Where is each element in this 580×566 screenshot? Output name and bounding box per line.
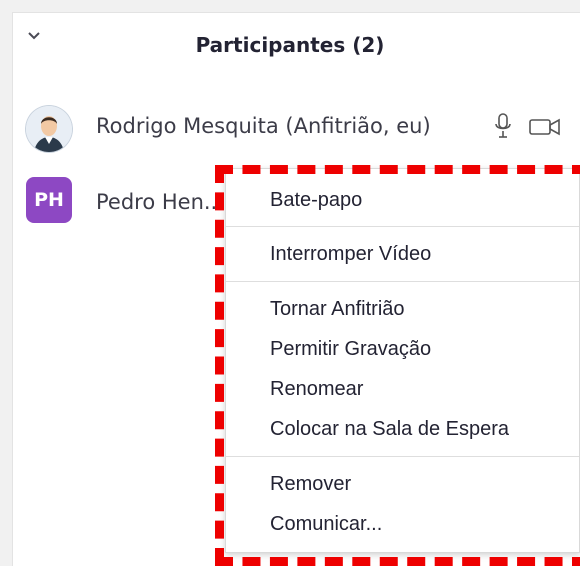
menu-item-label: Tornar Anfitrião xyxy=(270,298,405,320)
participant-row[interactable]: Rodrigo Mesquita (Anfitrião, eu) xyxy=(0,98,568,154)
participant-name: Rodrigo Mesquita (Anfitrião, eu) xyxy=(96,114,431,138)
panel-title: Participantes (2) xyxy=(195,33,385,57)
menu-item-label: Remover xyxy=(270,473,352,495)
menu-item-label: Bate-papo xyxy=(270,189,363,211)
menu-item-report[interactable]: Comunicar... xyxy=(226,507,579,543)
microphone-button[interactable] xyxy=(492,112,514,140)
menu-item-label: Permitir Gravação xyxy=(270,338,432,360)
avatar: PH xyxy=(26,177,72,223)
menu-item-chat[interactable]: Bate-papo xyxy=(226,183,579,219)
menu-item-allow-record[interactable]: Permitir Gravação xyxy=(226,332,579,368)
menu-item-label: Interromper Vídeo xyxy=(270,243,432,265)
menu-item-stop-video[interactable]: Interromper Vídeo xyxy=(226,237,579,273)
menu-separator xyxy=(226,456,579,457)
menu-item-waiting-room[interactable]: Colocar na Sala de Espera xyxy=(226,412,579,448)
video-camera-icon xyxy=(529,118,560,136)
menu-item-remove[interactable]: Remover xyxy=(226,467,579,503)
menu-item-label: Comunicar... xyxy=(270,513,383,535)
microphone-icon xyxy=(495,113,511,138)
menu-item-label: Colocar na Sala de Espera xyxy=(270,418,510,440)
video-button[interactable] xyxy=(528,116,562,138)
menu-separator xyxy=(226,226,579,227)
menu-item-rename[interactable]: Renomear xyxy=(226,372,579,408)
user-avatar-icon xyxy=(26,106,72,152)
menu-item-make-host[interactable]: Tornar Anfitrião xyxy=(226,292,579,328)
menu-separator xyxy=(226,281,579,282)
participant-context-menu: Bate-papo Interromper Vídeo Tornar Anfit… xyxy=(225,168,580,553)
participant-name: Pedro Hen... xyxy=(96,190,224,214)
menu-item-label: Renomear xyxy=(270,378,364,400)
